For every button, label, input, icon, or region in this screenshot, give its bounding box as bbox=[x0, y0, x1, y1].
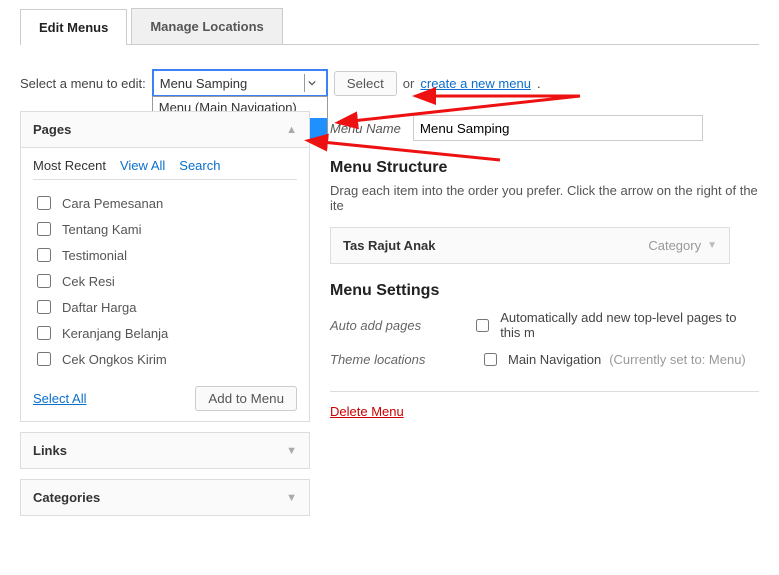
subtab-search[interactable]: Search bbox=[179, 158, 220, 173]
menu-item-label: Tas Rajut Anak bbox=[343, 238, 435, 253]
theme-locations-label: Theme locations bbox=[330, 352, 480, 367]
tabs-bar: Edit Menus Manage Locations bbox=[20, 8, 759, 45]
select-all-link[interactable]: Select All bbox=[33, 391, 86, 406]
page-checkbox[interactable] bbox=[37, 248, 51, 262]
accordion-categories-header[interactable]: Categories ▼ bbox=[21, 480, 309, 515]
select-menu-row: Select a menu to edit: Menu Samping Menu… bbox=[20, 69, 759, 97]
menu-select-value: Menu Samping bbox=[160, 76, 247, 91]
or-text: or bbox=[403, 76, 415, 91]
list-item: Cek Resi bbox=[33, 268, 297, 294]
pages-subtabs: Most Recent View All Search bbox=[33, 158, 297, 180]
list-item: Daftar Harga bbox=[33, 294, 297, 320]
menu-name-input[interactable] bbox=[413, 115, 703, 141]
accordion-links-header[interactable]: Links ▼ bbox=[21, 433, 309, 468]
accordion-categories: Categories ▼ bbox=[20, 479, 310, 516]
menu-settings-title: Menu Settings bbox=[330, 282, 759, 300]
menu-select[interactable]: Menu Samping bbox=[152, 69, 328, 97]
list-item: Testimonial bbox=[33, 242, 297, 268]
page-checkbox[interactable] bbox=[37, 222, 51, 236]
chevron-down-icon: ▼ bbox=[286, 492, 297, 504]
chevron-up-icon: ▲ bbox=[286, 124, 297, 136]
chevron-down-icon bbox=[304, 74, 320, 92]
chevron-down-icon: ▼ bbox=[286, 445, 297, 457]
menu-structure-title: Menu Structure bbox=[330, 159, 759, 177]
create-new-menu-link[interactable]: create a new menu bbox=[420, 76, 531, 91]
accordion-links-title: Links bbox=[33, 443, 67, 458]
page-checkbox[interactable] bbox=[37, 326, 51, 340]
page-checkbox[interactable] bbox=[37, 274, 51, 288]
subtab-most-recent[interactable]: Most Recent bbox=[33, 158, 106, 173]
list-item: Cek Ongkos Kirim bbox=[33, 346, 297, 372]
tab-manage-locations[interactable]: Manage Locations bbox=[131, 8, 282, 44]
auto-add-text: Automatically add new top-level pages to… bbox=[500, 310, 759, 340]
page-checkbox[interactable] bbox=[37, 300, 51, 314]
select-button[interactable]: Select bbox=[334, 71, 397, 96]
main-panel: Menu Name Menu Structure Drag each item … bbox=[330, 111, 759, 526]
theme-location-text: Main Navigation bbox=[508, 352, 601, 367]
divider bbox=[330, 391, 759, 392]
accordion-pages: Pages ▲ Most Recent View All Search Cara… bbox=[20, 111, 310, 422]
tab-edit-menus[interactable]: Edit Menus bbox=[20, 9, 127, 45]
page-checkbox[interactable] bbox=[37, 196, 51, 210]
pages-list: Cara Pemesanan Tentang Kami Testimonial … bbox=[33, 190, 297, 372]
select-menu-label: Select a menu to edit: bbox=[20, 76, 146, 91]
accordion-pages-title: Pages bbox=[33, 122, 71, 137]
delete-menu-link[interactable]: Delete Menu bbox=[330, 404, 404, 419]
list-item: Keranjang Belanja bbox=[33, 320, 297, 346]
list-item: Cara Pemesanan bbox=[33, 190, 297, 216]
list-item: Tentang Kami bbox=[33, 216, 297, 242]
accordion-links: Links ▼ bbox=[20, 432, 310, 469]
auto-add-checkbox[interactable] bbox=[476, 319, 489, 332]
subtab-view-all[interactable]: View All bbox=[120, 158, 165, 173]
menu-name-label: Menu Name bbox=[330, 121, 401, 136]
page-checkbox[interactable] bbox=[37, 352, 51, 366]
accordion-pages-header[interactable]: Pages ▲ bbox=[21, 112, 309, 148]
add-to-menu-button[interactable]: Add to Menu bbox=[195, 386, 297, 411]
theme-location-checkbox[interactable] bbox=[484, 353, 497, 366]
menu-item[interactable]: Tas Rajut Anak Category ▼ bbox=[330, 227, 730, 264]
menu-item-type: Category bbox=[648, 238, 701, 253]
accordion-categories-title: Categories bbox=[33, 490, 100, 505]
sidebar: Pages ▲ Most Recent View All Search Cara… bbox=[20, 111, 310, 526]
chevron-down-icon: ▼ bbox=[707, 240, 717, 251]
auto-add-label: Auto add pages bbox=[330, 318, 472, 333]
theme-location-hint: (Currently set to: Menu) bbox=[609, 352, 746, 367]
menu-structure-desc: Drag each item into the order you prefer… bbox=[330, 183, 759, 213]
